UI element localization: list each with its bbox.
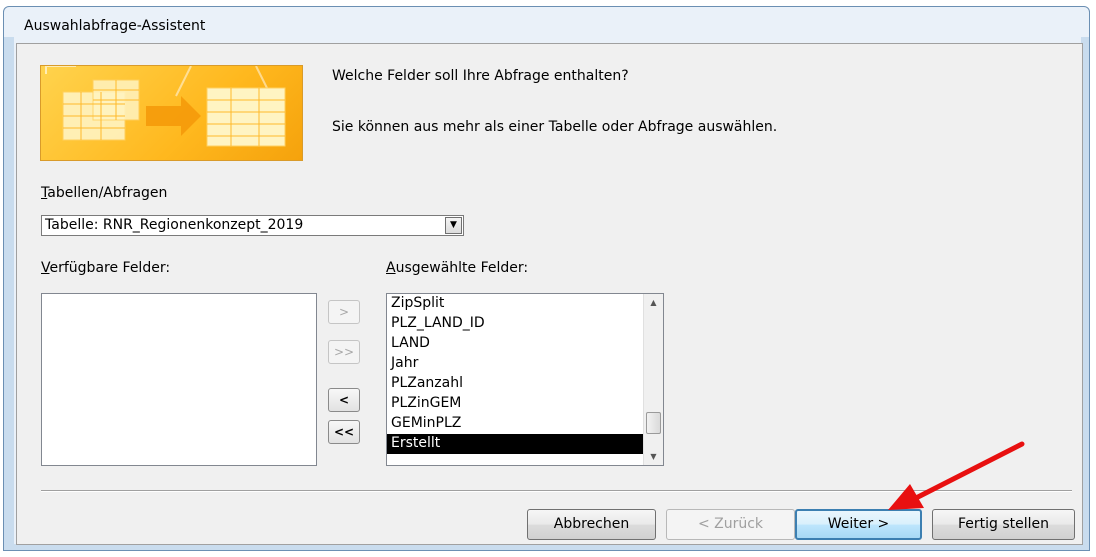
wizard-hint: Sie können aus mehr als einer Tabelle od…: [332, 119, 778, 135]
selected-fields-label: Ausgewählte Felder:: [386, 260, 529, 276]
add-field-button[interactable]: >: [328, 300, 360, 324]
tables-queries-combobox[interactable]: Tabelle: RNR_Regionenkonzept_2019 ▼: [41, 215, 464, 236]
list-item[interactable]: PLZ_LAND_ID: [387, 314, 643, 334]
remove-all-fields-button[interactable]: <<: [328, 420, 360, 444]
table-to-query-icon: [45, 66, 286, 147]
list-item[interactable]: Erstellt: [387, 434, 643, 454]
wizard-question: Welche Felder soll Ihre Abfrage enthalte…: [332, 68, 629, 84]
scroll-down-icon[interactable]: ▼: [644, 448, 663, 465]
list-item[interactable]: ZipSplit: [387, 294, 643, 314]
list-item[interactable]: PLZinGEM: [387, 394, 643, 414]
window-title: Auswahlabfrage-Assistent: [24, 18, 206, 34]
selected-fields-listbox[interactable]: ZipSplit PLZ_LAND_ID LAND Jahr PLZanzahl PLZi…: [386, 293, 664, 466]
scrollbar-thumb[interactable]: [646, 412, 661, 434]
tables-queries-label: Tabellen/Abfragen: [41, 185, 168, 201]
list-item[interactable]: LAND: [387, 334, 643, 354]
window-border-left: [4, 37, 14, 550]
listbox-scrollbar[interactable]: ▲ ▼: [643, 294, 663, 465]
combobox-value: Tabelle: RNR_Regionenkonzept_2019: [45, 217, 304, 233]
scroll-up-icon[interactable]: ▲: [644, 294, 663, 311]
dropdown-arrow-icon[interactable]: ▼: [445, 217, 462, 234]
available-fields-listbox[interactable]: [41, 293, 317, 466]
list-item[interactable]: Jahr: [387, 354, 643, 374]
back-button[interactable]: < Zurück: [666, 509, 795, 540]
available-fields-label: Verfügbare Felder:: [41, 260, 171, 276]
annotation-arrow-icon: [888, 441, 1025, 510]
add-all-fields-button[interactable]: >>: [328, 340, 360, 364]
list-item[interactable]: GEMinPLZ: [387, 414, 643, 434]
selected-fields-list: ZipSplit PLZ_LAND_ID LAND Jahr PLZanzahl PLZi…: [387, 294, 643, 454]
remove-field-button[interactable]: <: [328, 388, 360, 412]
cancel-button[interactable]: Abbrechen: [527, 509, 656, 540]
list-item[interactable]: PLZanzahl: [387, 374, 643, 394]
wizard-illustration: [40, 65, 303, 161]
